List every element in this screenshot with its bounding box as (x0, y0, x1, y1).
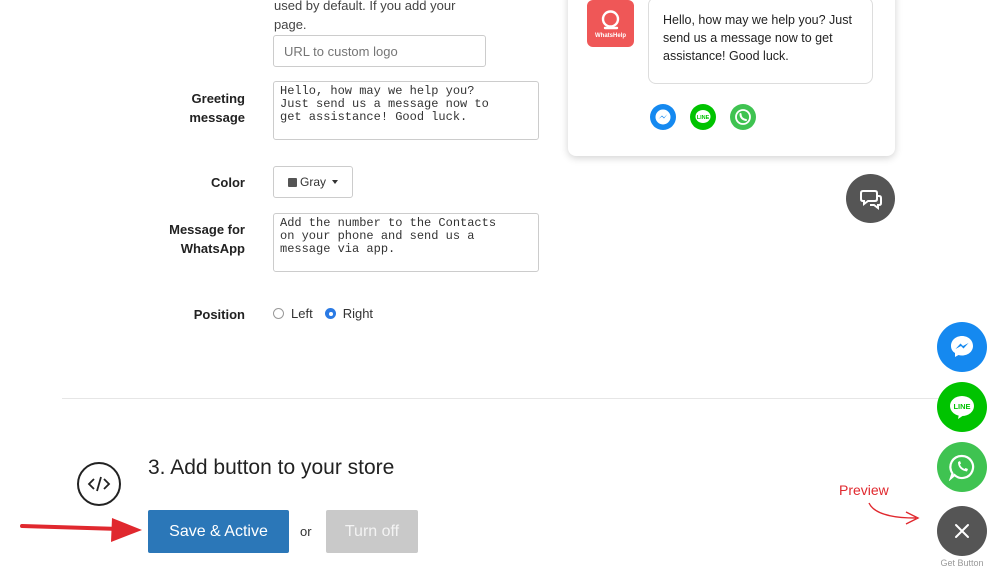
whatsapp-icon (948, 454, 975, 481)
position-right-radio[interactable] (324, 308, 336, 319)
cut-off-label (207, 0, 237, 2)
preview-whatsapp-icon (730, 104, 756, 130)
widget-preview-card: WhatsHelp Hello, how may we help you? Ju… (568, 0, 895, 156)
svg-text:LINE: LINE (697, 115, 710, 121)
whatsapp-label-line-2: WhatsApp (180, 241, 245, 256)
line-icon: LINE (950, 396, 974, 419)
turn-off-button[interactable]: Turn off (326, 510, 418, 553)
floating-messenger-button[interactable] (937, 322, 987, 372)
logo-help-line-2: page. (274, 17, 307, 32)
whatsapp-message-label: Message for WhatsApp (150, 220, 245, 258)
position-left-radio[interactable] (273, 308, 284, 319)
greeting-label-line-1: Greeting (191, 91, 245, 106)
caret-down-icon (332, 180, 338, 184)
greeting-message-textarea[interactable]: Hello, how may we help you? Just send us… (273, 81, 539, 140)
color-select-button[interactable]: Gray (273, 166, 353, 198)
chat-bubbles-icon (859, 189, 882, 210)
whatshelp-logo-text: WhatsHelp (594, 33, 626, 39)
preview-annotation: Preview (839, 482, 889, 498)
custom-logo-url-input[interactable] (273, 35, 486, 67)
floating-line-button[interactable]: LINE (937, 382, 987, 432)
red-arrow-icon (20, 518, 142, 542)
whatsapp-message-textarea[interactable]: Add the number to the Contacts on your p… (273, 213, 539, 272)
position-label: Position (193, 307, 245, 322)
messenger-icon (951, 336, 973, 357)
get-button-label[interactable]: Get Button (932, 558, 992, 568)
preview-line-icon: LINE (690, 104, 716, 130)
whatshelp-logo-icon (601, 10, 620, 30)
step3-title: 3. Add button to your store (148, 456, 395, 479)
close-icon (955, 524, 969, 538)
floating-close-button[interactable] (937, 506, 987, 556)
color-label: Color (211, 175, 245, 190)
color-swatch (287, 177, 297, 187)
floating-whatsapp-button[interactable] (937, 442, 987, 492)
logo-help-text: used by default. If you add your page. (274, 0, 494, 34)
curved-arrow-icon (868, 502, 920, 525)
save-active-button[interactable]: Save & Active (148, 510, 289, 553)
preview-messenger-icon (650, 104, 676, 130)
greeting-message-label: Greeting message (150, 89, 245, 127)
color-select-value: Gray (299, 175, 326, 189)
or-text: or (300, 524, 312, 539)
logo-help-line-1: used by default. If you add your (274, 0, 456, 13)
preview-greeting-bubble: Hello, how may we help you? Just send us… (648, 0, 873, 84)
greeting-label-line-2: message (189, 110, 245, 125)
whatsapp-label-line-1: Message for (169, 222, 245, 237)
svg-text:LINE: LINE (953, 402, 970, 411)
position-radio-group: Left Right (273, 306, 373, 321)
code-icon (77, 462, 121, 506)
whatshelp-logo: WhatsHelp (587, 0, 634, 47)
section-divider (62, 398, 942, 399)
position-left-label[interactable]: Left (291, 306, 313, 321)
preview-chat-toggle[interactable] (846, 174, 895, 223)
position-right-label[interactable]: Right (343, 306, 373, 321)
